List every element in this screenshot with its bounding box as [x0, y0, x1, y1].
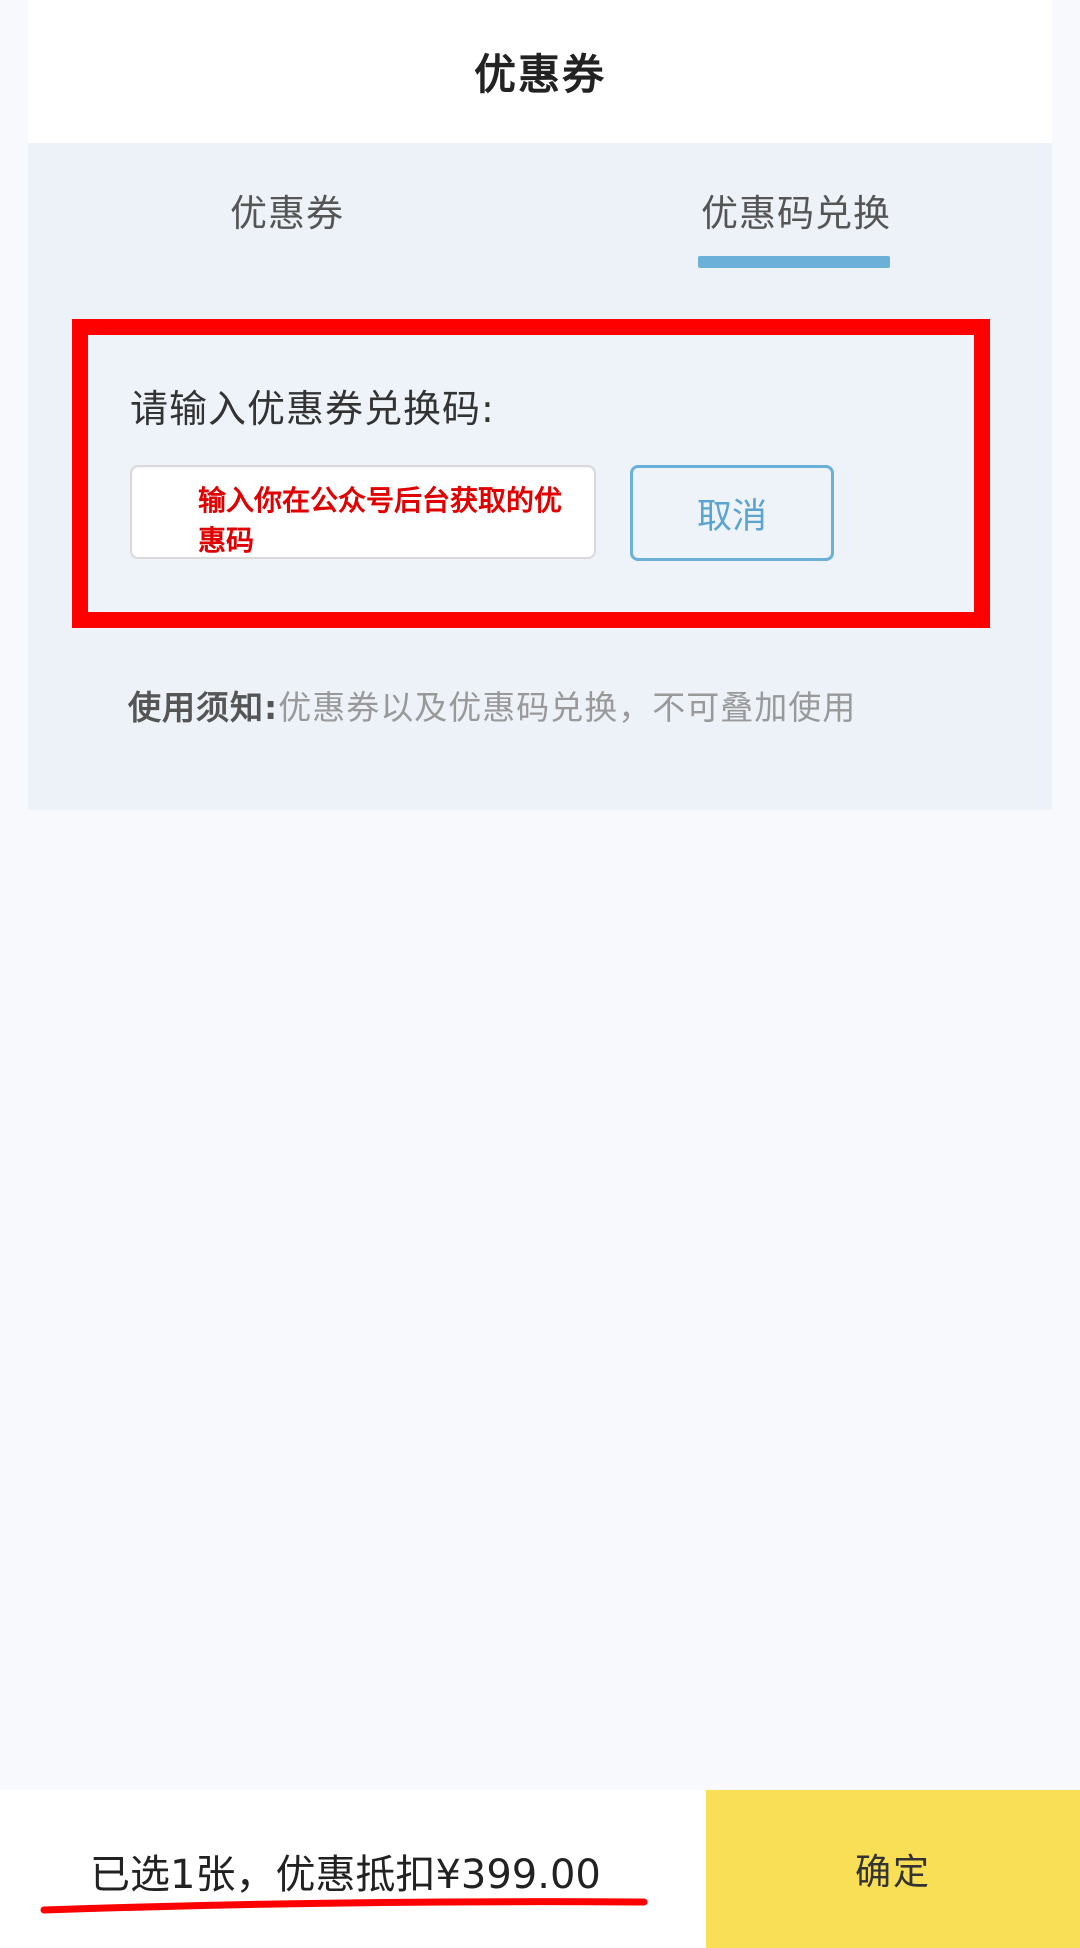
- discount-summary: 已选1张，优惠抵扣¥399.00: [90, 1852, 601, 1898]
- active-tab-indicator: [698, 256, 890, 268]
- cancel-button[interactable]: 取消: [630, 465, 834, 561]
- redeem-code-input[interactable]: 输入你在公众号后台获取的优惠码: [130, 465, 596, 559]
- annotation-highlight-box: 请输入优惠券兑换码: 输入你在公众号后台获取的优惠码 取消: [72, 319, 990, 628]
- annotation-underline: [40, 1898, 648, 1914]
- page-title: 优惠券: [473, 50, 606, 99]
- confirm-button[interactable]: 确定: [706, 1790, 1080, 1948]
- notice-text: 优惠券以及优惠码兑换，不可叠加使用: [278, 688, 857, 727]
- redeem-prompt: 请输入优惠券兑换码:: [130, 387, 495, 431]
- tab-coupon[interactable]: 优惠券: [230, 183, 344, 237]
- notice-label: 使用须知:: [128, 688, 279, 727]
- redeem-panel: 优惠券 优惠码兑换 请输入优惠券兑换码: 输入你在公众号后台获取的优惠码 取消 …: [28, 143, 1052, 810]
- tab-code-redeem[interactable]: 优惠码兑换: [701, 183, 891, 237]
- coupon-page: 优惠券 优惠券 优惠码兑换 请输入优惠券兑换码: 输入你在公众号后台获取的优惠码…: [0, 0, 1080, 1948]
- usage-notice: 使用须知:优惠券以及优惠码兑换，不可叠加使用: [128, 681, 856, 729]
- header-bar: 优惠券: [28, 0, 1052, 143]
